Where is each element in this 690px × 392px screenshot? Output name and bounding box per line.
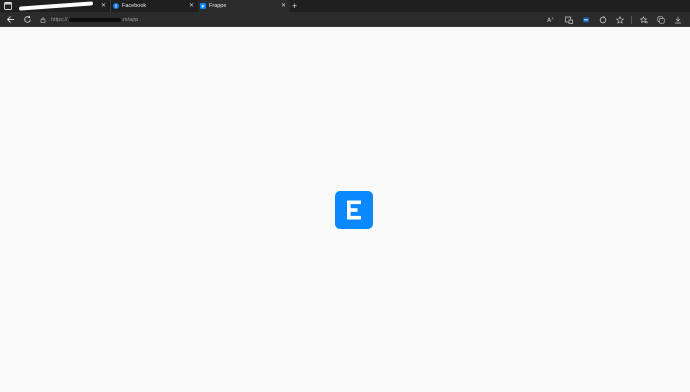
browser-window: ✕ f Facebook ✕ F Frappe ✕ + https:// .m/… bbox=[0, 0, 690, 392]
close-tab-icon[interactable]: ✕ bbox=[101, 2, 106, 10]
tab-frappe[interactable]: F Frappe ✕ bbox=[198, 0, 290, 12]
favorites-icon[interactable] bbox=[635, 14, 652, 25]
lock-icon[interactable] bbox=[40, 17, 46, 23]
toolbar-icons: Aʌ bbox=[543, 14, 686, 25]
page-content bbox=[0, 27, 690, 392]
window-menu-icon[interactable] bbox=[4, 2, 12, 10]
frappe-favicon-icon: F bbox=[200, 3, 206, 9]
app-available-icon[interactable] bbox=[560, 14, 577, 25]
toolbar-divider bbox=[631, 15, 632, 24]
tab-strip: ✕ f Facebook ✕ F Frappe ✕ + bbox=[0, 0, 690, 12]
reload-icon[interactable] bbox=[23, 15, 32, 24]
download-icon[interactable] bbox=[669, 14, 686, 25]
address-bar[interactable]: https:// .m/app bbox=[40, 14, 560, 25]
redacted-tab-title bbox=[19, 1, 93, 11]
browser-toolbar: https:// .m/app Aʌ bbox=[0, 12, 690, 27]
facebook-favicon-icon: f bbox=[113, 3, 119, 9]
svg-text:ʌ: ʌ bbox=[552, 17, 554, 21]
tab-redacted[interactable]: ✕ bbox=[16, 0, 110, 12]
tab-title: Frappe bbox=[209, 3, 227, 9]
collections-icon[interactable] bbox=[652, 14, 669, 25]
star-icon[interactable] bbox=[611, 14, 628, 25]
url-prefix: https:// bbox=[51, 16, 68, 23]
extension-icon[interactable] bbox=[577, 14, 594, 25]
plus-icon[interactable]: + bbox=[292, 1, 297, 11]
back-arrow-icon[interactable] bbox=[6, 15, 15, 24]
refresh-page-icon[interactable] bbox=[594, 14, 611, 25]
read-aloud-icon[interactable]: Aʌ bbox=[543, 14, 560, 25]
close-tab-icon[interactable]: ✕ bbox=[281, 2, 286, 10]
url-path: .m/app bbox=[121, 16, 139, 23]
tab-title: Facebook bbox=[122, 3, 147, 9]
redacted-domain bbox=[68, 17, 121, 22]
tab-facebook[interactable]: f Facebook ✕ bbox=[110, 0, 198, 12]
frappe-logo-icon bbox=[335, 191, 373, 229]
close-tab-icon[interactable]: ✕ bbox=[189, 2, 194, 10]
